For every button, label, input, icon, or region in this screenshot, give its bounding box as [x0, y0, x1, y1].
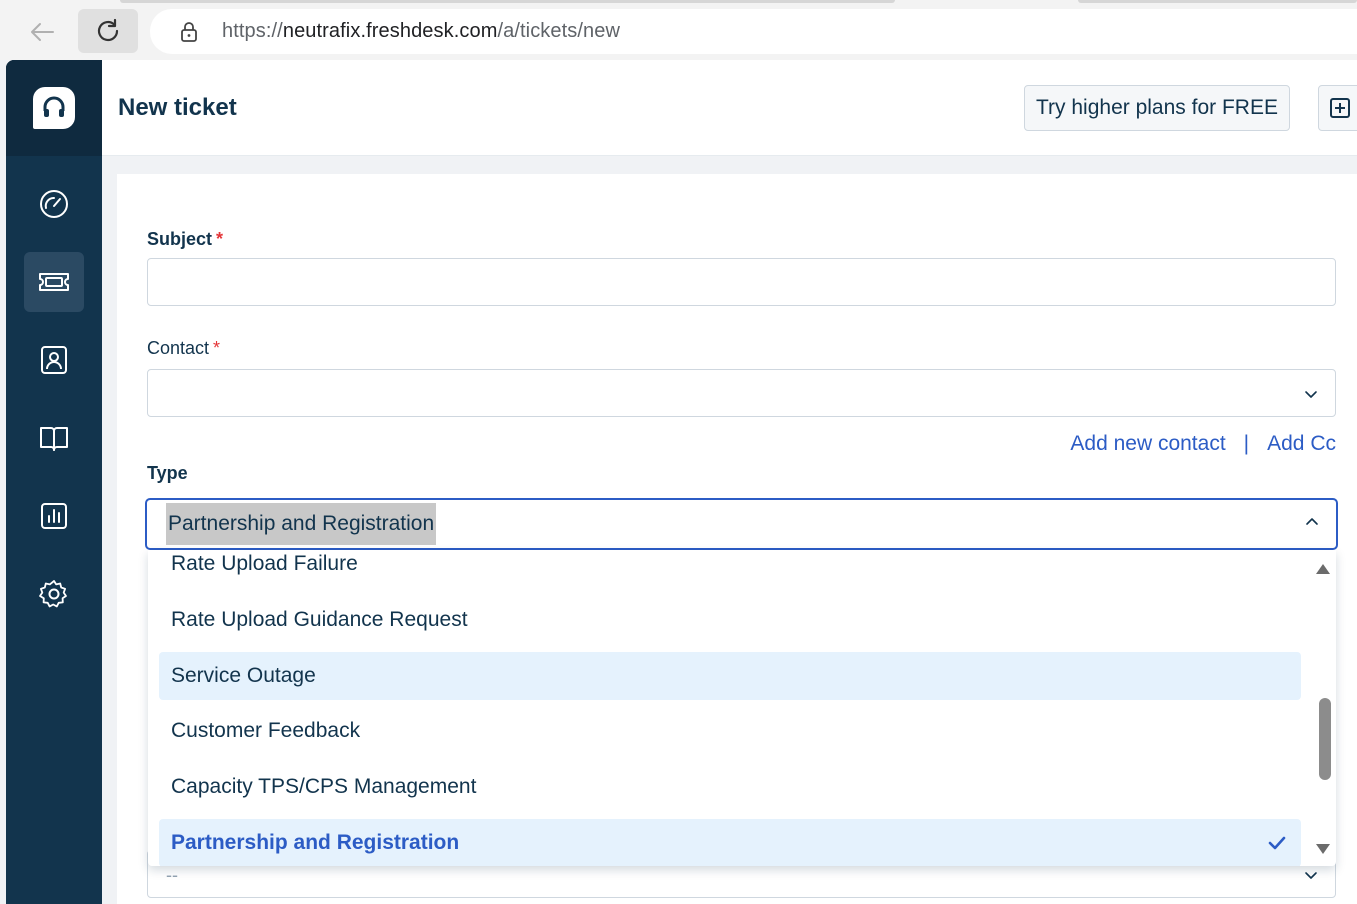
book-icon	[40, 427, 68, 451]
scroll-down-arrow-icon[interactable]	[1316, 844, 1330, 854]
required-mark: *	[216, 229, 224, 249]
brand-area[interactable]	[6, 60, 102, 156]
try-higher-plans-button[interactable]: Try higher plans for FREE	[1024, 85, 1290, 131]
dropdown-scrollbar-thumb[interactable]	[1319, 698, 1331, 780]
type-selected-value: Partnership and Registration	[166, 503, 437, 545]
subject-label: Subject *	[147, 229, 223, 250]
contact-links: Add new contact | Add Cc	[1070, 432, 1336, 456]
sidebar-item-contacts[interactable]	[24, 330, 84, 390]
next-field-placeholder: --	[166, 865, 178, 885]
page-title: New ticket	[118, 94, 237, 121]
type-option-rate-upload-failure[interactable]: Rate Upload Failure	[159, 550, 1301, 588]
type-select[interactable]: Partnership and Registration	[145, 498, 1338, 550]
contact-label: Contact *	[147, 338, 220, 359]
page-header: New ticket Try higher plans for FREE	[102, 60, 1357, 156]
type-option-label: Partnership and Registration	[171, 831, 460, 854]
required-mark: *	[213, 338, 221, 358]
add-new-contact-link[interactable]: Add new contact	[1070, 432, 1225, 456]
reload-icon	[97, 18, 119, 42]
gear-icon	[39, 580, 67, 608]
reload-button[interactable]	[78, 9, 138, 53]
back-button[interactable]	[22, 14, 62, 50]
tab-edge	[120, 0, 895, 3]
app-sidebar	[6, 60, 102, 904]
speedometer-icon	[40, 190, 68, 218]
url-path: /a/tickets/new	[497, 20, 621, 42]
scroll-up-arrow-icon[interactable]	[1316, 564, 1330, 574]
subject-label-text: Subject	[147, 229, 213, 249]
sidebar-item-dashboard[interactable]	[24, 174, 84, 234]
type-option-capacity-management[interactable]: Capacity TPS/CPS Management	[159, 763, 1301, 811]
checkmark-icon	[1268, 836, 1286, 850]
address-bar[interactable]: https://neutrafix.freshdesk.com/a/ticket…	[150, 9, 1357, 54]
sidebar-item-admin[interactable]	[24, 564, 84, 624]
ticket-icon	[39, 273, 69, 291]
chevron-down-icon	[1305, 872, 1317, 879]
sidebar-item-solutions[interactable]	[24, 408, 84, 468]
lock-icon	[178, 21, 200, 43]
chevron-down-icon	[1305, 391, 1317, 398]
type-option-service-outage[interactable]: Service Outage	[159, 652, 1301, 700]
tab-edge	[1078, 0, 1357, 3]
plus-square-icon	[1330, 98, 1350, 118]
tab-strip	[0, 0, 1357, 4]
type-dropdown-list: Rate Upload Failure Rate Upload Guidance…	[148, 550, 1336, 866]
contact-select[interactable]	[147, 369, 1336, 417]
freshdesk-logo-icon	[33, 87, 75, 129]
type-option-rate-upload-guidance[interactable]: Rate Upload Guidance Request	[159, 596, 1301, 644]
url-text: https://neutrafix.freshdesk.com/a/ticket…	[222, 20, 620, 43]
chevron-up-icon	[1306, 518, 1318, 525]
url-prefix: https://	[222, 20, 283, 42]
link-separator: |	[1243, 432, 1250, 455]
contact-card-icon	[41, 346, 67, 374]
type-label: Type	[147, 463, 188, 483]
browser-toolbar: https://neutrafix.freshdesk.com/a/ticket…	[0, 0, 1357, 60]
sidebar-item-tickets[interactable]	[24, 252, 84, 312]
sidebar-item-reports[interactable]	[24, 486, 84, 546]
add-cc-link[interactable]: Add Cc	[1267, 432, 1336, 456]
contact-label-text: Contact	[147, 338, 210, 358]
type-option-partnership-registration[interactable]: Partnership and Registration	[159, 819, 1301, 866]
arrow-left-icon	[31, 23, 54, 41]
bar-chart-icon	[41, 503, 67, 529]
new-item-button[interactable]	[1318, 85, 1357, 131]
subject-input[interactable]	[147, 258, 1336, 306]
type-option-customer-feedback[interactable]: Customer Feedback	[159, 707, 1301, 755]
url-host: neutrafix.freshdesk.com	[282, 20, 498, 42]
